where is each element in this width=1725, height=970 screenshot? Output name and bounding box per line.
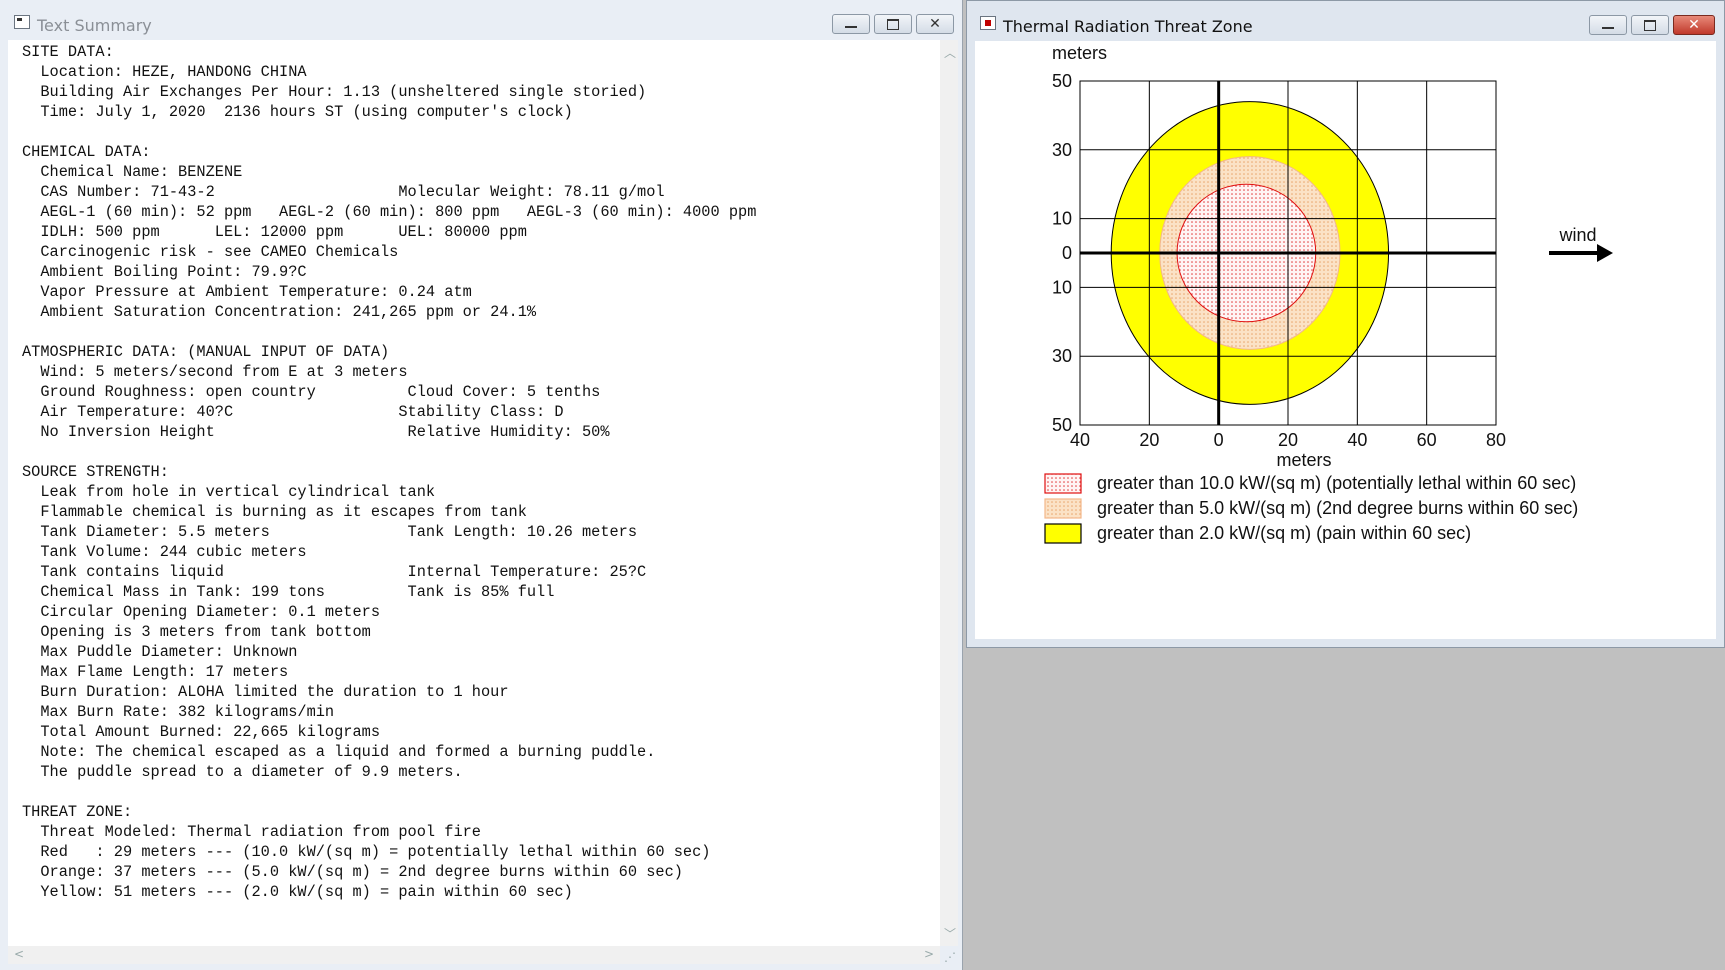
close-button[interactable]: ✕ (916, 14, 954, 34)
summary-line: Max Flame Length: 17 meters (22, 663, 289, 681)
summary-line: The puddle spread to a diameter of 9.9 m… (22, 763, 463, 781)
x-tick-label: 40 (1070, 430, 1090, 450)
maximize-icon (887, 18, 899, 30)
legend-swatch-red (1044, 473, 1082, 494)
maximize-icon (1644, 19, 1656, 31)
minimize-icon (1602, 27, 1614, 29)
summary-line: Note: The chemical escaped as a liquid a… (22, 743, 656, 761)
summary-line: Tank contains liquid Internal Temperatur… (22, 563, 647, 581)
maximize-button[interactable] (874, 14, 912, 34)
summary-line: No Inversion Height Relative Humidity: 5… (22, 423, 610, 441)
threat-zone-chart-area: 40 20 0 20 40 60 80 50 30 10 0 10 30 50 meters meters wi… (975, 41, 1716, 639)
close-button[interactable]: ✕ (1673, 15, 1715, 35)
legend-swatch-yellow (1044, 523, 1082, 544)
close-icon: ✕ (929, 16, 941, 32)
summary-line: Leak from hole in vertical cylindrical t… (22, 483, 436, 501)
x-tick-label: 20 (1139, 430, 1159, 450)
minimize-icon (845, 26, 857, 28)
summary-line: Ambient Saturation Concentration: 241,26… (22, 303, 537, 321)
summary-text: SITE DATA: Location: HEZE, HANDONG CHINA… (8, 40, 940, 902)
x-tick-label: 60 (1417, 430, 1437, 450)
x-tick-label: 80 (1486, 430, 1506, 450)
summary-line: Burn Duration: ALOHA limited the duratio… (22, 683, 509, 701)
threat-zone-chart: 40 20 0 20 40 60 80 50 30 10 0 10 30 50 meters meters wi… (1044, 43, 1613, 544)
summary-line: IDLH: 500 ppm LEL: 12000 ppm UEL: 80000 … (22, 223, 527, 241)
x-tick-label: 0 (1214, 430, 1224, 450)
scroll-left-icon[interactable]: < (14, 947, 24, 961)
text-summary-window[interactable]: Text Summary ✕ SITE DATA: Location: HEZE… (0, 0, 963, 970)
text-summary-titlebar[interactable]: Text Summary ✕ (0, 0, 962, 42)
minimize-button[interactable] (1589, 15, 1627, 35)
close-icon: ✕ (1688, 17, 1700, 33)
summary-line: SITE DATA: (22, 43, 114, 61)
summary-line: CAS Number: 71-43-2 Molecular Weight: 78… (22, 183, 665, 201)
summary-line: Opening is 3 meters from tank bottom (22, 623, 371, 641)
wind-label: wind (1558, 225, 1596, 245)
x-unit-label: meters (1276, 450, 1331, 470)
summary-line: Total Amount Burned: 22,665 kilograms (22, 723, 381, 741)
summary-line: Chemical Mass in Tank: 199 tons Tank is … (22, 583, 555, 601)
y-tick-label: 10 (1052, 277, 1072, 297)
threat-zone-window-icon (980, 16, 996, 30)
summary-line: Max Puddle Diameter: Unknown (22, 643, 298, 661)
maximize-button[interactable] (1631, 15, 1669, 35)
y-tick-label: 0 (1062, 243, 1072, 263)
summary-line: Threat Modeled: Thermal radiation from p… (22, 823, 481, 841)
y-tick-label: 50 (1052, 71, 1072, 91)
threat-zone-titlebar[interactable]: Thermal Radiation Threat Zone ✕ (967, 1, 1724, 43)
summary-line: Flammable chemical is burning as it esca… (22, 503, 527, 521)
summary-line: Tank Volume: 244 cubic meters (22, 543, 307, 561)
summary-line: THREAT ZONE: (22, 803, 133, 821)
y-tick-label: 10 (1052, 209, 1072, 229)
summary-line: Circular Opening Diameter: 0.1 meters (22, 603, 381, 621)
summary-line: Ground Roughness: open country Cloud Cov… (22, 383, 601, 401)
summary-line: CHEMICAL DATA: (22, 143, 151, 161)
summary-line: Tank Diameter: 5.5 meters Tank Length: 1… (22, 523, 638, 541)
summary-line: Yellow: 51 meters --- (2.0 kW/(sq m) = p… (22, 883, 573, 901)
horizontal-scrollbar[interactable]: < > (8, 946, 940, 964)
summary-line: Carcinogenic risk - see CAMEO Chemicals (22, 243, 399, 261)
summary-line: Wind: 5 meters/second from E at 3 meters (22, 363, 408, 381)
minimize-button[interactable] (832, 14, 870, 34)
threat-zone-window[interactable]: Thermal Radiation Threat Zone ✕ 40 20 0 20 4… (966, 0, 1725, 648)
summary-line: AEGL-1 (60 min): 52 ppm AEGL-2 (60 min):… (22, 203, 757, 221)
summary-line: ATMOSPHERIC DATA: (MANUAL INPUT OF DATA) (22, 343, 390, 361)
scroll-right-icon[interactable]: > (924, 947, 934, 961)
summary-line: Location: HEZE, HANDONG CHINA (22, 63, 307, 81)
x-tick-label: 40 (1347, 430, 1367, 450)
summary-line: Red : 29 meters --- (10.0 kW/(sq m) = po… (22, 843, 711, 861)
scroll-up-icon[interactable]: ︿ (944, 44, 956, 61)
wind-arrow-icon (1597, 244, 1613, 262)
summary-line: Chemical Name: BENZENE (22, 163, 243, 181)
window-title: Thermal Radiation Threat Zone (1003, 17, 1253, 36)
vertical-scrollbar[interactable]: ︿ ﹀ (940, 40, 958, 946)
y-unit-label: meters (1052, 43, 1107, 63)
legend-label: greater than 2.0 kW/(sq m) (pain within … (1097, 523, 1471, 543)
x-tick-label: 20 (1278, 430, 1298, 450)
summary-line: Time: July 1, 2020 2136 hours ST (using … (22, 103, 573, 121)
window-title: Text Summary (37, 16, 152, 35)
summary-line: SOURCE STRENGTH: (22, 463, 169, 481)
y-tick-label: 30 (1052, 140, 1072, 160)
summary-line: Orange: 37 meters --- (5.0 kW/(sq m) = 2… (22, 863, 683, 881)
legend-swatch-orange (1044, 498, 1082, 519)
summary-line: Air Temperature: 40?C Stability Class: D (22, 403, 564, 421)
y-tick-label: 50 (1052, 415, 1072, 435)
legend-label: greater than 10.0 kW/(sq m) (potentially… (1097, 473, 1576, 493)
summary-line: Vapor Pressure at Ambient Temperature: 0… (22, 283, 472, 301)
y-tick-label: 30 (1052, 346, 1072, 366)
summary-line: Ambient Boiling Point: 79.9?C (22, 263, 307, 281)
summary-line: Max Burn Rate: 382 kilograms/min (22, 703, 335, 721)
document-window-icon (14, 15, 30, 29)
legend-label: greater than 5.0 kW/(sq m) (2nd degree b… (1097, 498, 1578, 518)
text-summary-content[interactable]: SITE DATA: Location: HEZE, HANDONG CHINA… (8, 40, 940, 946)
scroll-down-icon[interactable]: ﹀ (944, 925, 956, 942)
summary-line: Building Air Exchanges Per Hour: 1.13 (u… (22, 83, 647, 101)
resize-grip-icon[interactable]: ⋰ (944, 950, 956, 964)
